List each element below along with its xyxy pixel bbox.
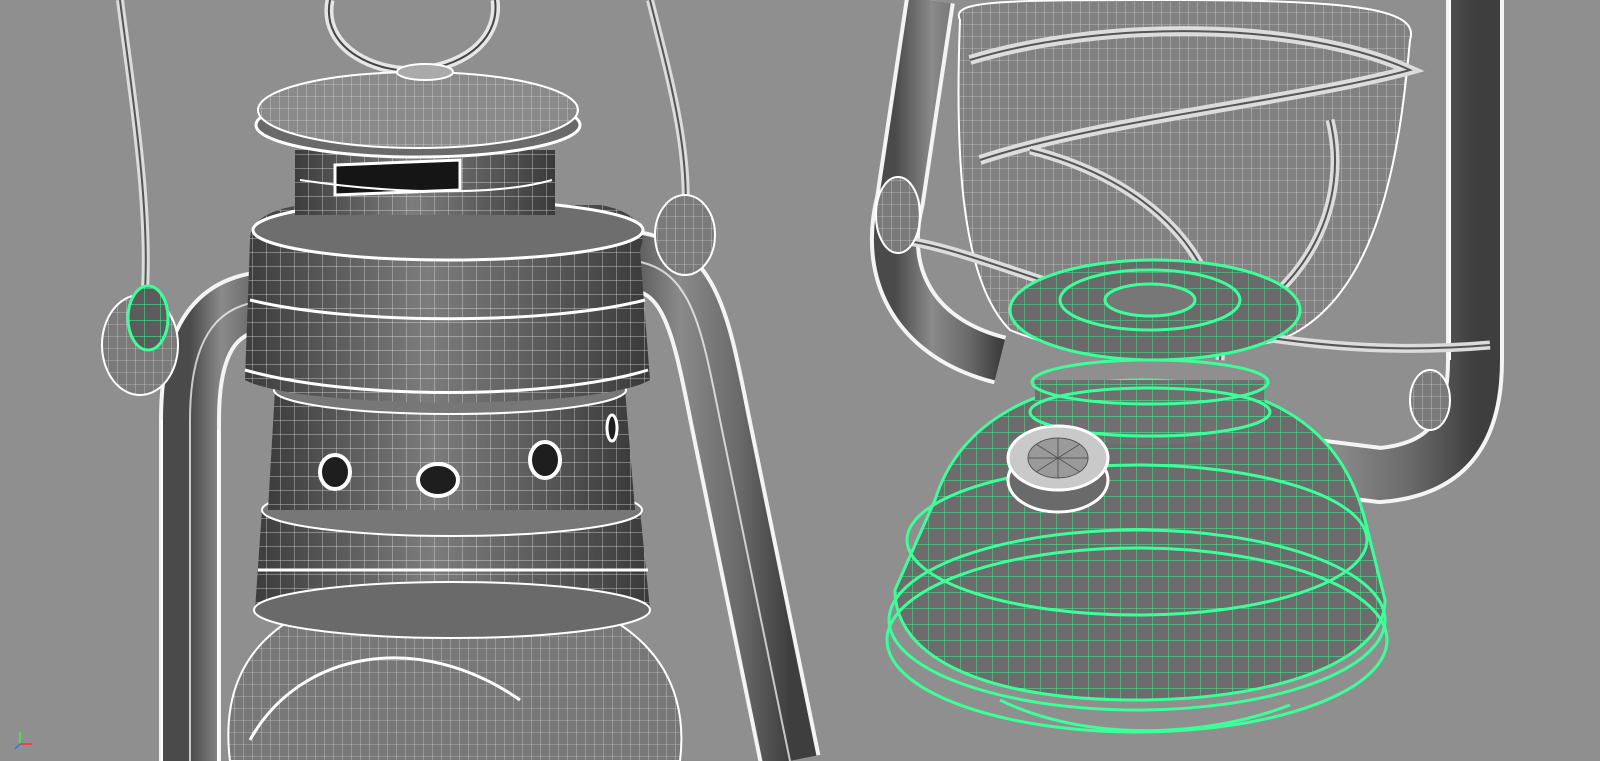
burner-collar[interactable] <box>1008 258 1302 445</box>
filler-cap[interactable] <box>1006 424 1110 514</box>
right-viewport-render[interactable] <box>0 0 1600 761</box>
3d-viewport[interactable] <box>0 0 1600 761</box>
xyz-axis-icon <box>14 728 36 750</box>
